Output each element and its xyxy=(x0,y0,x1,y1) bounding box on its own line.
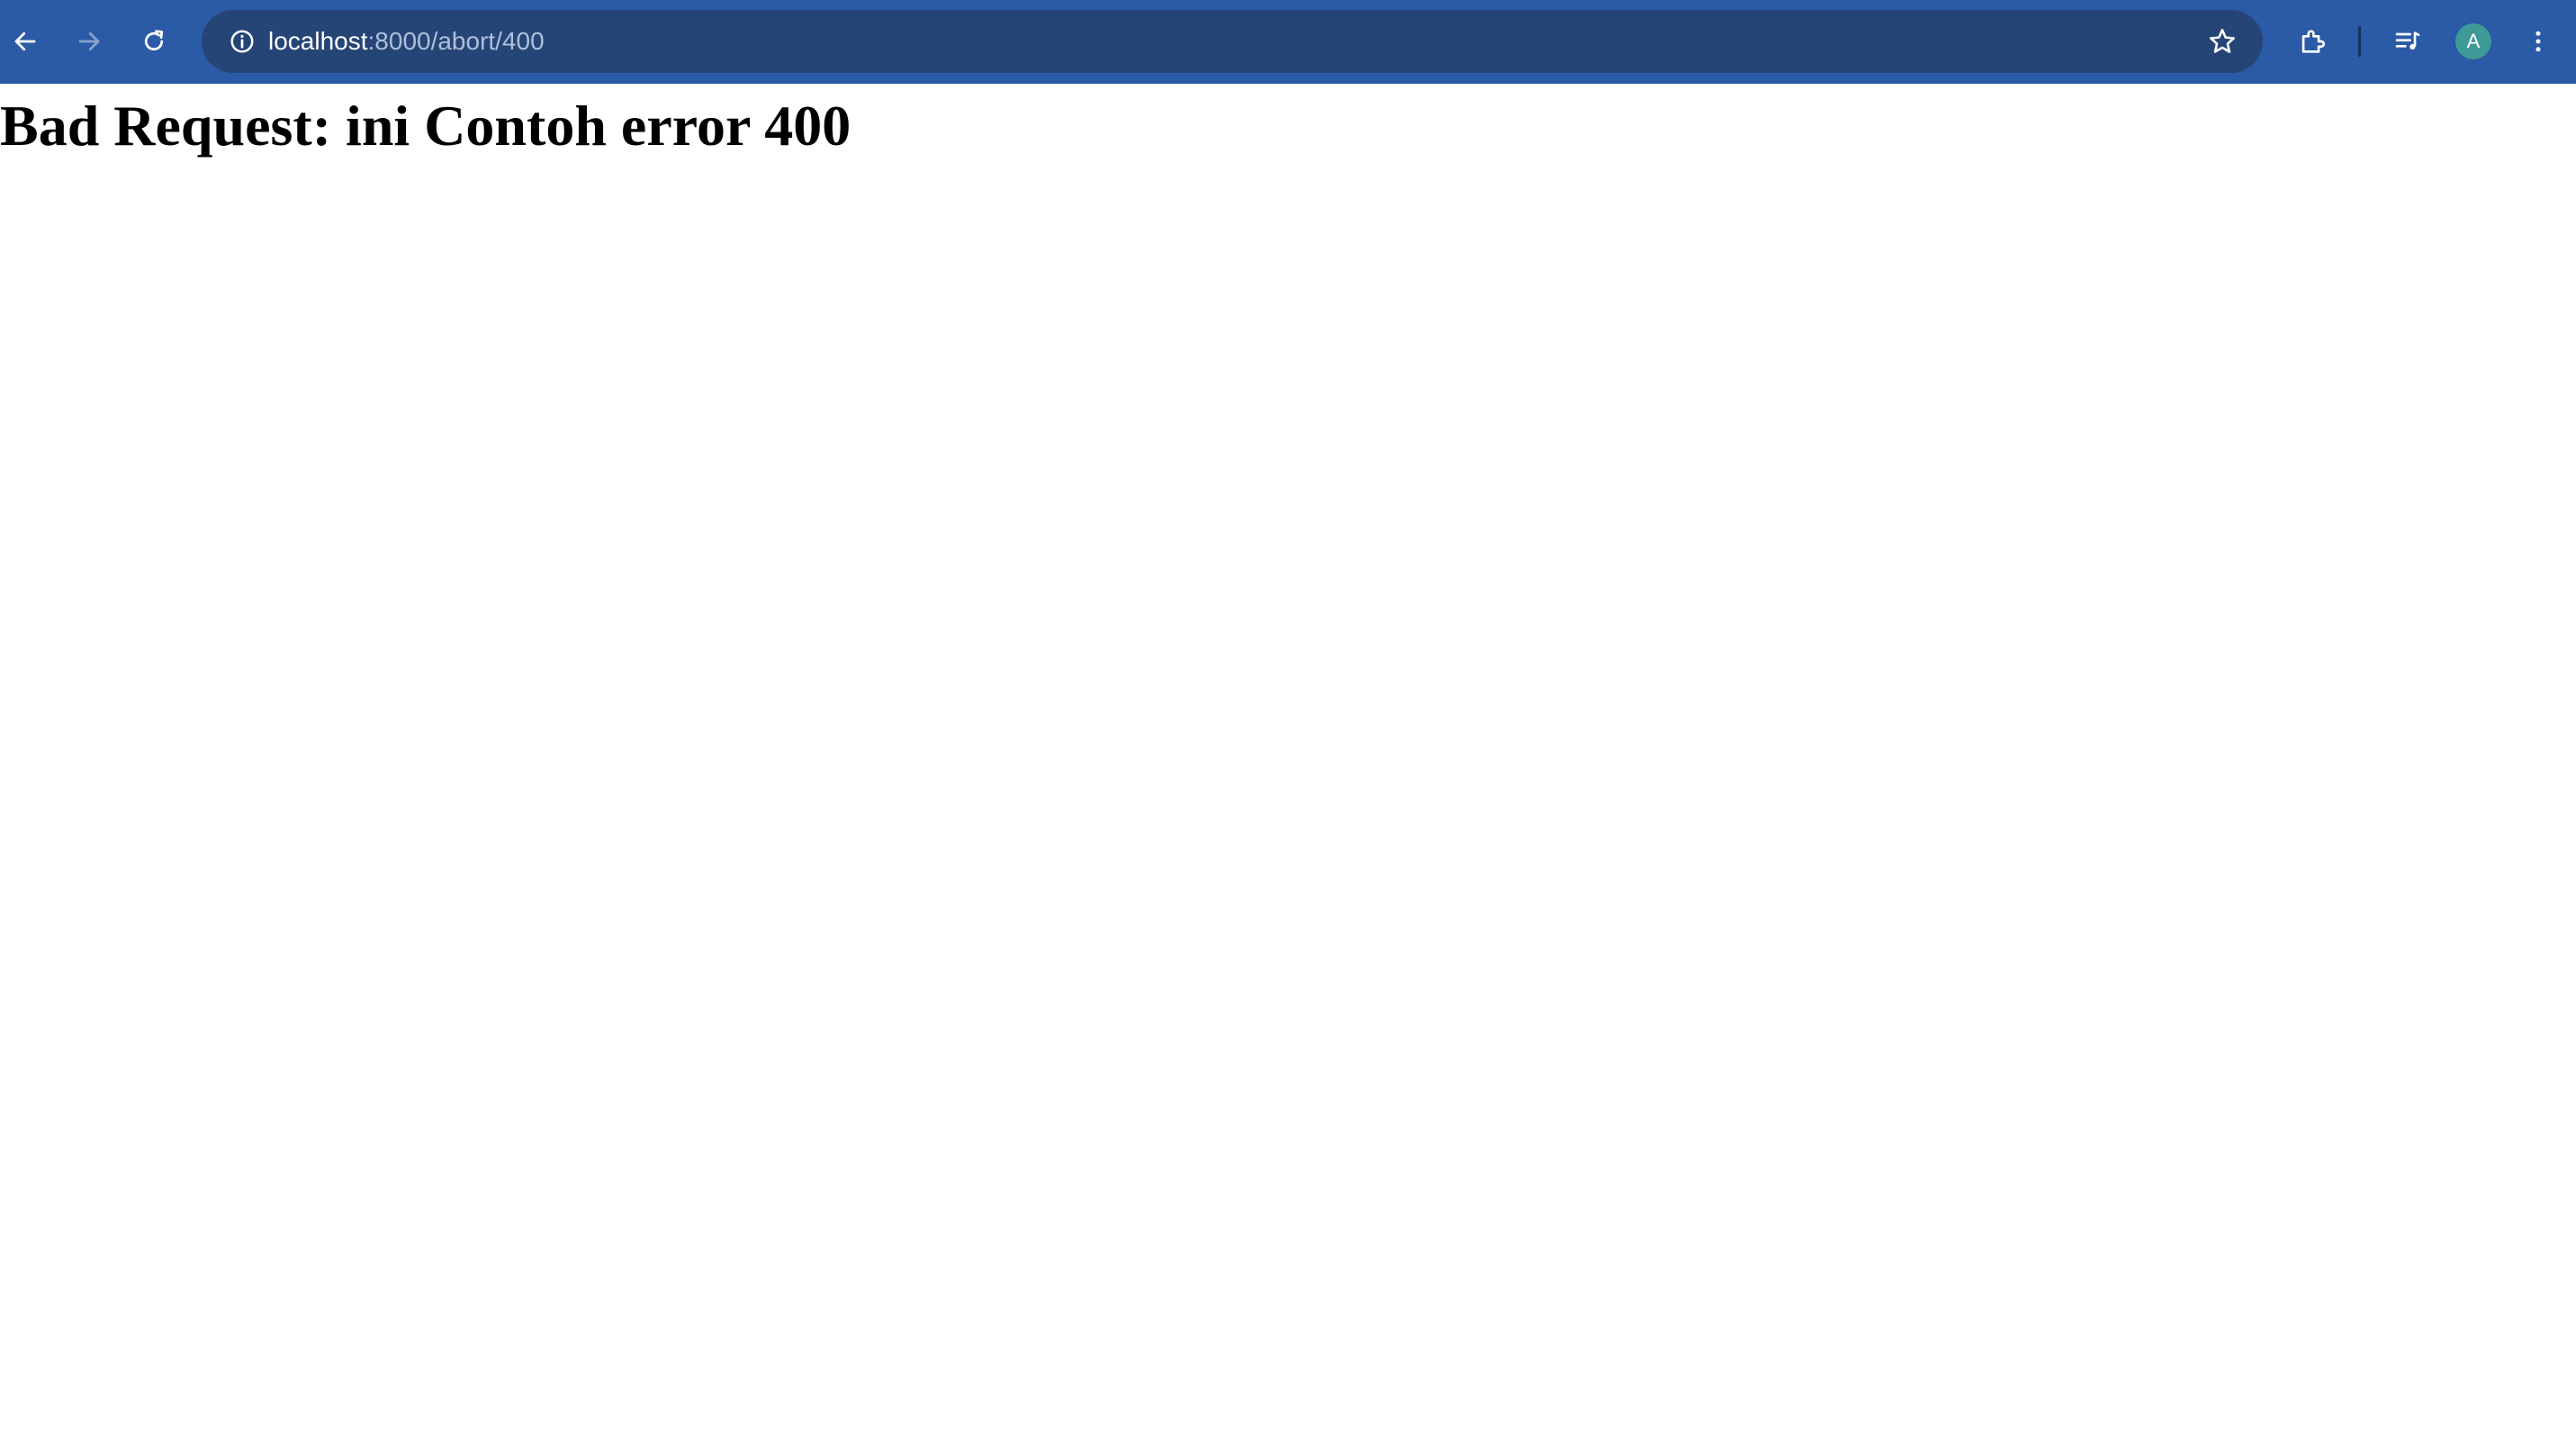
address-bar[interactable]: localhost:8000/abort/400 xyxy=(202,10,2263,73)
url-host: localhost xyxy=(268,27,368,55)
page-content: Bad Request: ini Contoh error 400 xyxy=(0,84,2576,1455)
site-info-button[interactable] xyxy=(220,19,265,64)
kebab-menu-icon xyxy=(2535,31,2541,52)
star-icon xyxy=(2209,28,2236,53)
profile-avatar[interactable]: A xyxy=(2455,23,2491,59)
bookmark-button[interactable] xyxy=(2200,19,2245,64)
media-controls-button[interactable] xyxy=(2381,14,2435,68)
puzzle-icon xyxy=(2301,30,2326,53)
info-icon xyxy=(230,30,254,53)
reload-icon xyxy=(144,30,164,51)
browser-menu-button[interactable] xyxy=(2511,14,2565,68)
page-heading: Bad Request: ini Contoh error 400 xyxy=(0,94,851,158)
forward-button[interactable] xyxy=(62,14,116,68)
url-text[interactable]: localhost:8000/abort/400 xyxy=(268,10,545,73)
reload-button[interactable] xyxy=(127,14,181,68)
media-queue-icon xyxy=(2395,32,2420,50)
forward-arrow-icon xyxy=(78,32,100,51)
url-path: :8000/abort/400 xyxy=(367,27,545,55)
browser-toolbar: localhost:8000/abort/400 A xyxy=(0,0,2576,84)
back-arrow-icon xyxy=(14,32,36,51)
back-button[interactable] xyxy=(0,14,52,68)
extensions-button[interactable] xyxy=(2285,14,2339,68)
toolbar-divider xyxy=(2358,26,2361,57)
